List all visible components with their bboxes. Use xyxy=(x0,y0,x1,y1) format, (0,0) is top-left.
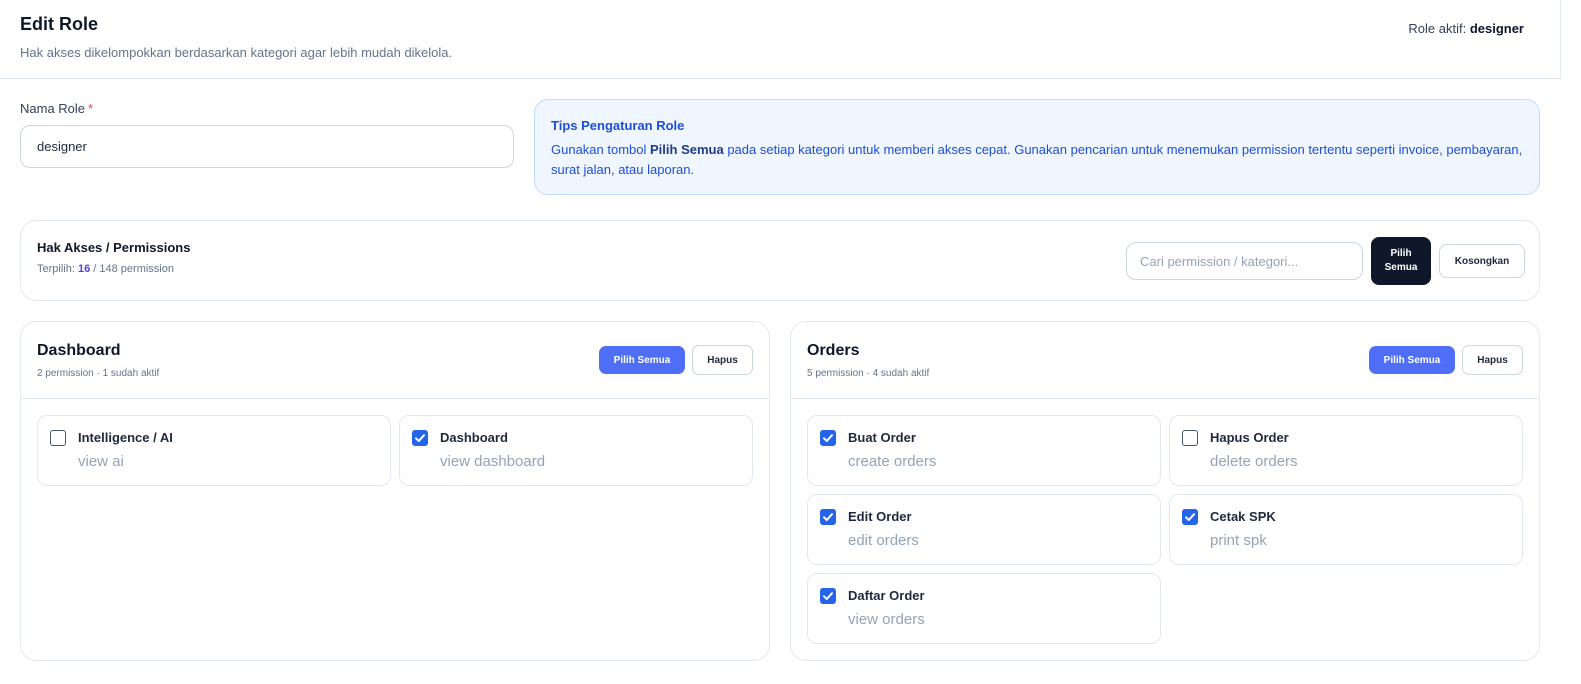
tips-body-bold: Pilih Semua xyxy=(650,142,724,157)
role-name-label-text: Nama Role xyxy=(20,101,86,116)
permission-checkbox[interactable] xyxy=(820,430,836,446)
permission-search-input[interactable] xyxy=(1126,242,1363,280)
permission-label: Buat Order xyxy=(848,430,916,445)
permission-key: view ai xyxy=(78,453,124,470)
permission-checkbox[interactable] xyxy=(412,430,428,446)
permission-key: view orders xyxy=(848,611,925,628)
permission-key: view dashboard xyxy=(440,453,546,470)
permission-label: Cetak SPK xyxy=(1210,509,1276,524)
category-select-all-button[interactable]: Pilih Semua xyxy=(1369,346,1455,374)
permission-label: Edit Order xyxy=(848,509,912,524)
category-select-all-button[interactable]: Pilih Semua xyxy=(599,346,685,374)
permissions-toolbar: Hak Akses / Permissions Terpilih: 16 / 1… xyxy=(20,220,1540,301)
permissions-count-prefix: Terpilih: xyxy=(37,263,78,275)
permission-checkbox[interactable] xyxy=(1182,509,1198,525)
role-name-input[interactable] xyxy=(20,125,514,168)
permission-checkbox[interactable] xyxy=(50,430,66,446)
permission-item[interactable]: Edit Order edit orders xyxy=(807,494,1161,565)
permission-key: print spk xyxy=(1210,532,1267,549)
page-header: Edit Role Hak akses dikelompokkan berdas… xyxy=(0,0,1561,79)
role-active-indicator: Role aktif: designer xyxy=(1408,21,1524,36)
permission-key: edit orders xyxy=(848,532,919,549)
check-icon xyxy=(823,434,833,442)
category-meta: 5 permission · 4 sudah aktif xyxy=(807,368,930,379)
category-card-dashboard: Dashboard 2 permission · 1 sudah aktif P… xyxy=(20,321,770,661)
tips-panel: Tips Pengaturan Role Gunakan tombol Pili… xyxy=(534,99,1540,195)
permission-item[interactable]: Hapus Order delete orders xyxy=(1169,415,1523,486)
check-icon xyxy=(823,513,833,521)
tips-body-before: Gunakan tombol xyxy=(551,142,651,157)
permission-item[interactable]: Buat Order create orders xyxy=(807,415,1161,486)
category-header: Orders 5 permission · 4 sudah aktif Pili… xyxy=(791,322,1539,399)
category-card-orders: Orders 5 permission · 4 sudah aktif Pili… xyxy=(790,321,1540,661)
permission-label: Intelligence / AI xyxy=(78,430,173,445)
category-title: Dashboard xyxy=(37,342,121,359)
check-icon xyxy=(823,592,833,600)
permission-item[interactable]: Dashboard view dashboard xyxy=(399,415,753,486)
clear-permissions-button[interactable]: Kosongkan xyxy=(1439,244,1525,278)
permissions-selected-count: 16 xyxy=(77,263,91,275)
page-title: Edit Role xyxy=(20,14,99,34)
permissions-total: / 148 permission xyxy=(90,263,174,275)
select-all-permissions-button[interactable]: Pilih Semua xyxy=(1371,237,1431,285)
permission-checkbox[interactable] xyxy=(820,588,836,604)
tips-title: Tips Pengaturan Role xyxy=(551,118,685,133)
permission-checkbox[interactable] xyxy=(1182,430,1198,446)
category-remove-button[interactable]: Hapus xyxy=(1462,345,1523,375)
permission-checkbox[interactable] xyxy=(820,509,836,525)
permission-key: create orders xyxy=(848,453,937,470)
tips-body: Gunakan tombol Pilih Semua pada setiap k… xyxy=(551,140,1523,180)
permission-label: Daftar Order xyxy=(848,588,925,603)
permission-item[interactable]: Cetak SPK print spk xyxy=(1169,494,1523,565)
category-remove-button[interactable]: Hapus xyxy=(692,345,753,375)
permission-key: delete orders xyxy=(1210,453,1298,470)
category-title: Orders xyxy=(807,342,860,359)
role-active-label: Role aktif: xyxy=(1408,21,1467,36)
role-active-value: designer xyxy=(1469,21,1524,36)
permission-label: Hapus Order xyxy=(1210,430,1289,445)
permission-item[interactable]: Intelligence / AI view ai xyxy=(37,415,391,486)
permission-item[interactable]: Daftar Order view orders xyxy=(807,573,1161,644)
permissions-title: Hak Akses / Permissions xyxy=(37,240,191,255)
permission-label: Dashboard xyxy=(440,430,508,445)
role-name-label: Nama Role * xyxy=(20,101,93,116)
required-mark: * xyxy=(88,101,94,116)
category-meta: 2 permission · 1 sudah aktif xyxy=(37,368,160,379)
check-icon xyxy=(415,434,425,442)
category-header: Dashboard 2 permission · 1 sudah aktif P… xyxy=(21,322,769,399)
permissions-count: Terpilih: 16 / 148 permission xyxy=(37,263,174,275)
page-subtitle: Hak akses dikelompokkan berdasarkan kate… xyxy=(20,45,453,60)
check-icon xyxy=(1185,513,1195,521)
